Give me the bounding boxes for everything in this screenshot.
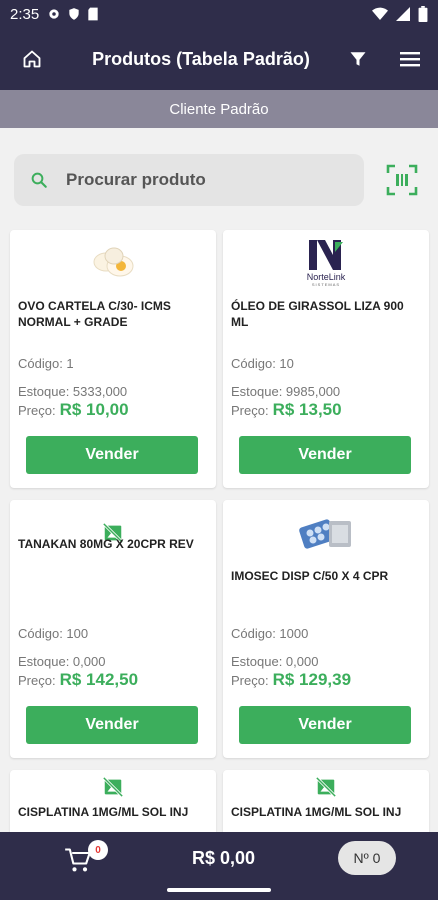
- sell-button[interactable]: Vender: [239, 436, 411, 474]
- barcode-scan-icon[interactable]: [386, 164, 418, 196]
- price-label: Preço:: [231, 673, 269, 688]
- product-image: [223, 506, 429, 560]
- no-image-icon: [102, 776, 124, 798]
- product-image: [10, 236, 216, 290]
- settings-gear-icon: [49, 9, 59, 19]
- sell-button[interactable]: Vender: [26, 706, 198, 744]
- hamburger-menu-icon: [400, 52, 420, 67]
- price-value: R$ 10,00: [59, 400, 129, 419]
- product-stock: Estoque: 9985,000: [231, 384, 341, 399]
- eggs-image: [93, 247, 134, 277]
- product-price: Preço: R$ 142,50: [18, 670, 138, 690]
- cart-total: R$ 0,00: [192, 848, 256, 868]
- logo-brand-text: NorteLink: [307, 272, 346, 282]
- price-value: R$ 129,39: [272, 670, 352, 689]
- signal-icon: [396, 7, 410, 21]
- product-name: OVO CARTELA C/30- ICMS NORMAL + GRADE: [18, 299, 171, 329]
- product-card[interactable]: OVO CARTELA C/30- ICMS NORMAL + GRADE Có…: [10, 230, 216, 488]
- order-number-button[interactable]: Nº 0: [338, 841, 396, 875]
- gesture-nav-pill[interactable]: [167, 888, 271, 892]
- product-name: IMOSEC DISP C/50 X 4 CPR: [231, 569, 389, 583]
- nortelink-logo: NorteLink SISTEMAS: [307, 240, 346, 287]
- product-card[interactable]: IMOSEC DISP C/50 X 4 CPR Código: 1000 Es…: [223, 500, 429, 758]
- product-stock: Estoque: 0,000: [18, 654, 106, 669]
- home-button[interactable]: [6, 33, 58, 85]
- app-bar: Produtos (Tabela Padrão): [0, 28, 438, 90]
- product-card[interactable]: CISPLATINA 1MG/ML SOL INJ: [10, 770, 216, 836]
- product-code: Código: 1000: [231, 626, 309, 641]
- search-icon: [31, 172, 47, 188]
- filter-button[interactable]: [332, 33, 384, 85]
- product-price: Preço: R$ 13,50: [231, 400, 342, 420]
- filter-icon: [350, 52, 366, 66]
- price-value: R$ 13,50: [272, 400, 342, 419]
- product-image: [10, 774, 216, 800]
- price-value: R$ 142,50: [59, 670, 139, 689]
- product-image: [223, 774, 429, 800]
- product-stock: Estoque: 5333,000: [18, 384, 128, 399]
- logo-sub-text: SISTEMAS: [312, 282, 340, 287]
- product-name: CISPLATINA 1MG/ML SOL INJ: [231, 805, 402, 819]
- product-name: ÓLEO DE GIRASSOL LIZA 900 ML: [231, 299, 404, 329]
- cart-count-badge: 0: [88, 840, 108, 860]
- price-label: Preço:: [18, 403, 56, 418]
- sell-button[interactable]: Vender: [239, 706, 411, 744]
- product-price: Preço: R$ 10,00: [18, 400, 129, 420]
- product-image: NorteLink SISTEMAS: [223, 236, 429, 290]
- product-card[interactable]: TANAKAN 80MG X 20CPR REV Código: 100 Est…: [10, 500, 216, 758]
- shield-icon: [69, 8, 79, 20]
- product-code: Código: 100: [18, 626, 89, 641]
- search-placeholder: Procurar produto: [66, 170, 206, 189]
- product-card[interactable]: CISPLATINA 1MG/ML SOL INJ: [223, 770, 429, 836]
- product-card[interactable]: NorteLink SISTEMAS ÓLEO DE GIRASSOL LIZA…: [223, 230, 429, 488]
- status-bar: 2:35: [0, 0, 438, 28]
- no-image-icon: [315, 776, 337, 798]
- product-stock: Estoque: 0,000: [231, 654, 319, 669]
- wifi-icon: [372, 7, 388, 21]
- price-label: Preço:: [18, 673, 56, 688]
- home-icon: [23, 50, 41, 68]
- bottom-bar: 0 R$ 0,00 Nº 0: [0, 832, 438, 900]
- battery-icon: [418, 6, 428, 22]
- client-bar[interactable]: Cliente Padrão: [0, 90, 438, 128]
- product-name: TANAKAN 80MG X 20CPR REV: [18, 537, 194, 551]
- sd-card-icon: [88, 7, 98, 21]
- client-label: Cliente Padrão: [169, 100, 269, 118]
- product-code: Código: 1: [18, 356, 74, 371]
- status-time: 2:35: [10, 5, 40, 23]
- blister-pack-image: [299, 519, 351, 549]
- product-name: CISPLATINA 1MG/ML SOL INJ: [18, 805, 189, 819]
- price-label: Preço:: [231, 403, 269, 418]
- search-input[interactable]: Procurar produto: [14, 154, 364, 206]
- product-code: Código: 10: [231, 356, 294, 371]
- menu-button[interactable]: [384, 33, 436, 85]
- sell-button[interactable]: Vender: [26, 436, 198, 474]
- product-price: Preço: R$ 129,39: [231, 670, 351, 690]
- page-title: Produtos (Tabela Padrão): [92, 48, 310, 69]
